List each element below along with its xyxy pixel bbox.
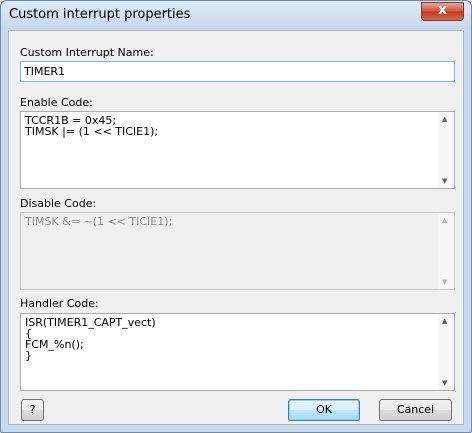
dialog-window: Custom interrupt properties x Custom Int… — [0, 0, 472, 433]
close-button[interactable]: x — [421, 2, 464, 21]
scroll-up-icon[interactable]: ▲ — [442, 115, 447, 123]
interrupt-name-input[interactable]: TIMER1 — [20, 61, 455, 82]
scroll-up-icon: ▲ — [442, 216, 448, 224]
disable-code-scrollbar: ▲ ▼ — [438, 213, 454, 289]
handler-code-label: Handler Code: — [20, 297, 99, 310]
close-icon: x — [437, 2, 448, 18]
scroll-down-icon[interactable]: ▼ — [442, 177, 447, 185]
disable-code-editor: TIMSK &= ~(1 << TICIE1); ▲ ▼ — [20, 212, 455, 290]
scroll-down-icon[interactable]: ▼ — [442, 379, 447, 387]
disable-code-label: Disable Code: — [20, 197, 97, 210]
scroll-up-icon[interactable]: ▲ — [442, 317, 447, 325]
handler-code-scrollbar[interactable]: ▲ ▼ — [438, 314, 454, 390]
handler-code-text: ISR(TIMER1_CAPT_vect) { FCM_%n(); } — [25, 316, 156, 362]
disable-code-text: TIMSK &= ~(1 << TICIE1); — [25, 215, 173, 228]
title-bar[interactable]: Custom interrupt properties x — [1, 1, 471, 29]
ok-button[interactable]: OK — [288, 399, 360, 421]
enable-code-scrollbar[interactable]: ▲ ▼ — [438, 112, 454, 188]
scroll-down-icon: ▼ — [442, 278, 448, 286]
dialog-body: Custom Interrupt Name: TIMER1 Enable Cod… — [8, 30, 464, 425]
interrupt-name-label: Custom Interrupt Name: — [20, 46, 154, 59]
enable-code-text: TCCR1B = 0x45; TIMSK |= (1 << TICIE1); — [25, 114, 159, 138]
window-title: Custom interrupt properties — [9, 7, 191, 22]
enable-code-label: Enable Code: — [20, 96, 93, 109]
enable-code-editor[interactable]: TCCR1B = 0x45; TIMSK |= (1 << TICIE1); ▲… — [20, 111, 455, 189]
cancel-button[interactable]: Cancel — [379, 399, 452, 421]
help-button[interactable]: ? — [21, 399, 44, 421]
handler-code-editor[interactable]: ISR(TIMER1_CAPT_vect) { FCM_%n(); } ▲ ▼ — [20, 313, 455, 391]
